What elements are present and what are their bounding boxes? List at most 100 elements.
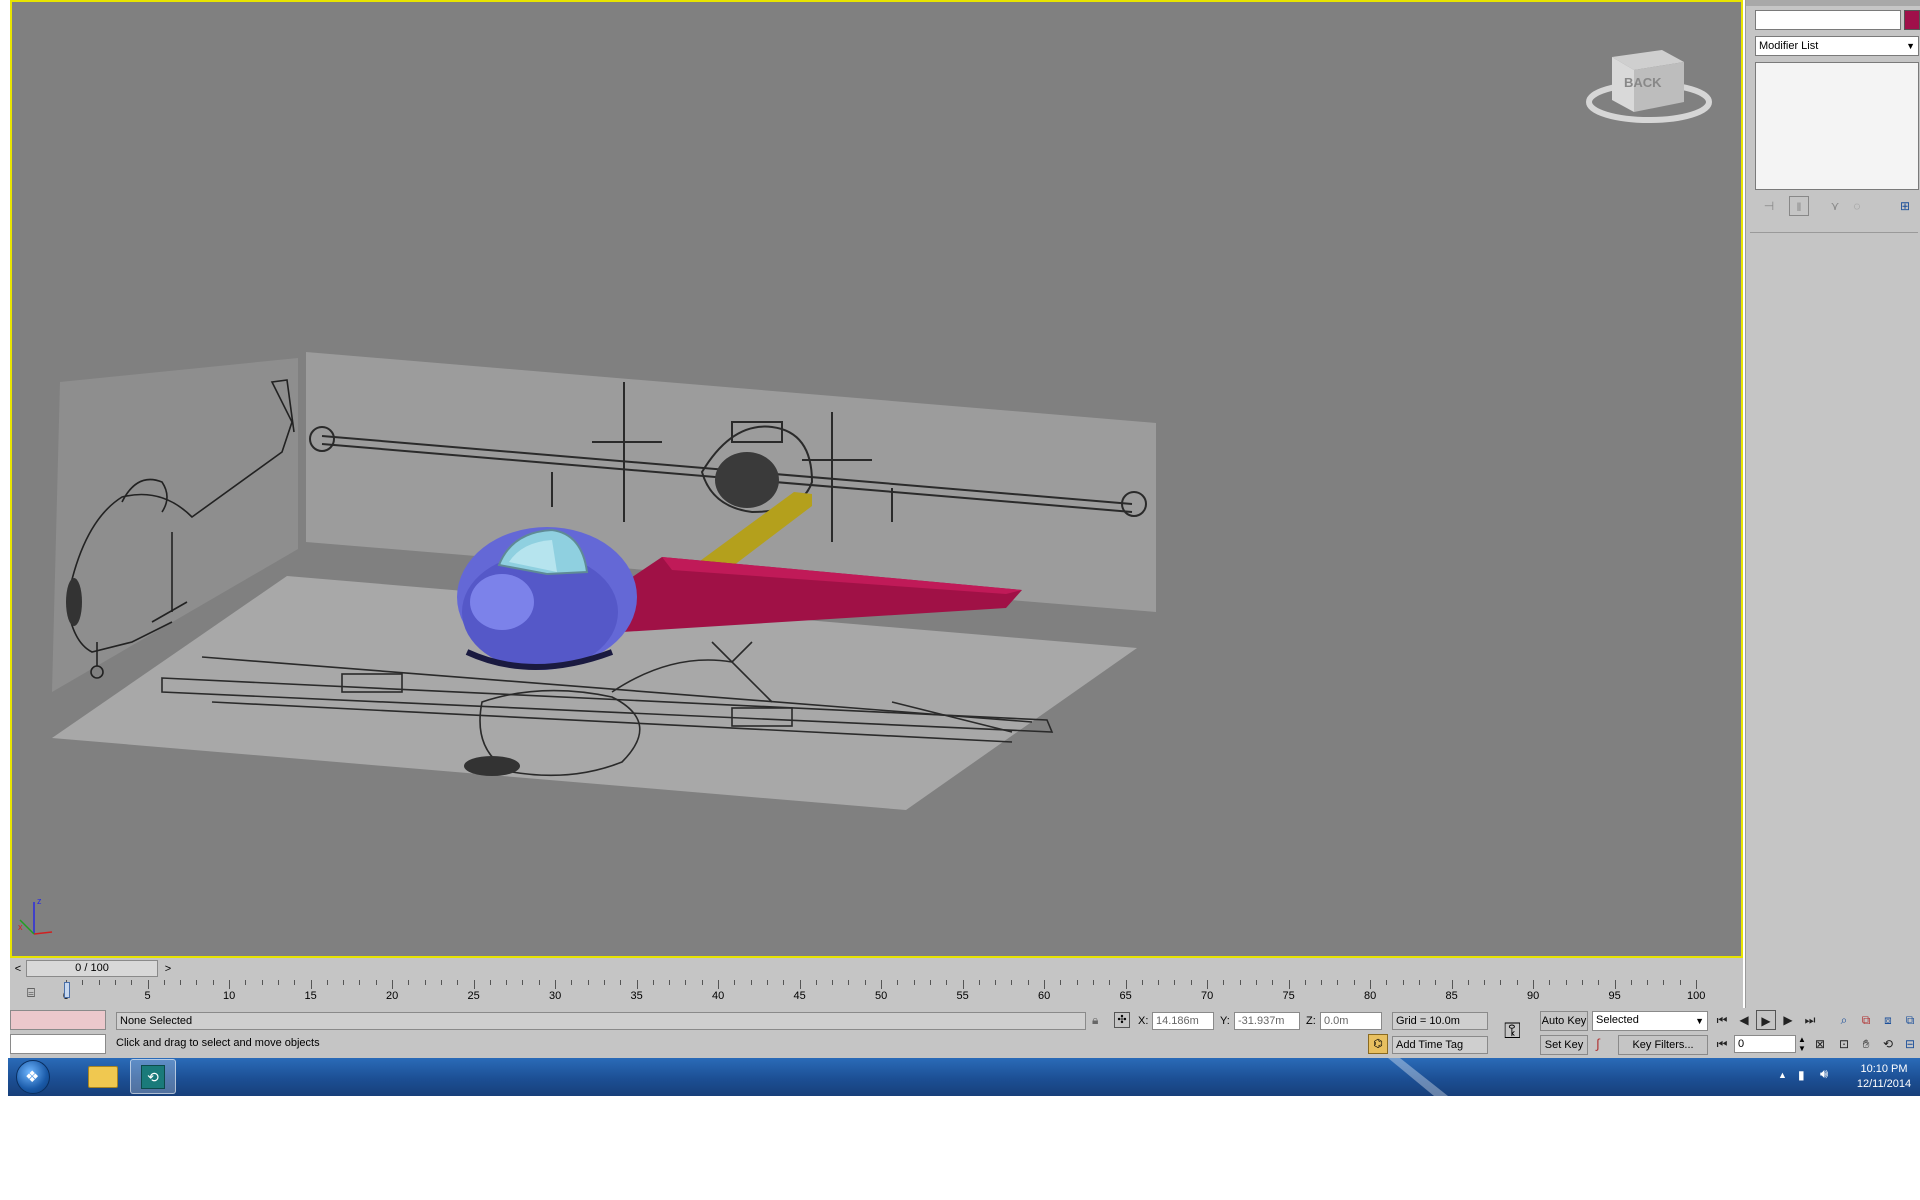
windows-taskbar: ❖ ⟲ ▲ ▮ 🔊︎ 10:10 PM 12/11/2014 <box>8 1058 1920 1096</box>
remove-modifier-icon[interactable]: ◌ <box>1847 196 1867 216</box>
track-bar-tick <box>750 980 752 985</box>
time-slider-prev[interactable]: < <box>10 960 26 978</box>
track-bar-tick <box>995 980 997 985</box>
add-time-tag[interactable]: Add Time Tag <box>1392 1036 1488 1054</box>
taskbar-3dsmax[interactable]: ⟲ <box>130 1059 176 1094</box>
go-to-start-icon[interactable]: ⏮ <box>1712 1010 1732 1030</box>
auto-key-button[interactable]: Auto Key <box>1540 1011 1588 1031</box>
play-icon[interactable]: ▶ <box>1756 1010 1776 1030</box>
track-bar-tick-label: 50 <box>875 990 888 1002</box>
time-slider-next[interactable]: > <box>160 960 176 978</box>
track-bar-tick <box>881 980 882 989</box>
track-bar-tick <box>1321 980 1323 985</box>
track-bar-tick <box>1696 980 1697 989</box>
lock-icon[interactable]: 🔒︎ <box>1092 1013 1098 1028</box>
zoom-extents-icon[interactable]: ⧈ <box>1878 1010 1898 1030</box>
frame-spinner-icon[interactable]: ▲ ▼ <box>1798 1035 1806 1053</box>
track-bar-tick <box>1581 980 1583 985</box>
track-bar-tick <box>620 980 622 985</box>
selection-status: None Selected <box>116 1012 1086 1030</box>
track-bar-tick <box>82 980 84 985</box>
maximize-viewport-icon[interactable]: ⊟ <box>1900 1034 1920 1054</box>
zoom-all-icon[interactable]: ⧉ <box>1856 1010 1876 1030</box>
viewcube-face-label: BACK <box>1624 75 1662 90</box>
next-frame-icon[interactable]: ▶ <box>1778 1010 1798 1030</box>
zoom-icon[interactable]: ⌕ <box>1834 1010 1854 1030</box>
track-bar-tick <box>587 980 589 985</box>
track-bar-tick <box>245 980 247 985</box>
track-bar-tick <box>1467 980 1469 985</box>
blueprint-floor-shadow <box>464 756 520 776</box>
set-key-button[interactable]: Set Key <box>1540 1035 1588 1055</box>
taskbar-glare <box>1388 1058 1448 1096</box>
make-unique-icon[interactable]: ⋎ <box>1825 196 1845 216</box>
y-label: Y: <box>1220 1015 1230 1027</box>
z-coordinate-field[interactable]: 0.0m <box>1320 1012 1382 1030</box>
modifier-list-dropdown[interactable]: Modifier List ▼ <box>1755 36 1919 56</box>
field-of-view-icon[interactable]: ⊡ <box>1834 1034 1854 1054</box>
network-icon[interactable]: ▮ <box>1798 1068 1805 1082</box>
key-selection-dropdown[interactable]: Selected ▼ <box>1592 1011 1708 1031</box>
x-coordinate-field[interactable]: 14.186m <box>1152 1012 1214 1030</box>
key-filters-button[interactable]: Key Filters... <box>1618 1035 1708 1055</box>
modifier-stack[interactable] <box>1755 62 1919 190</box>
track-bar-tick <box>343 980 345 985</box>
time-slider-thumb[interactable]: 0 / 100 <box>26 960 158 977</box>
object-color-swatch[interactable] <box>1904 10 1920 30</box>
svg-text:x: x <box>18 922 23 932</box>
system-clock[interactable]: 10:10 PM 12/11/2014 <box>1850 1062 1918 1092</box>
configure-sets-icon[interactable]: ⊞ <box>1895 196 1915 216</box>
track-bar-tick <box>1679 980 1681 985</box>
y-coordinate-field[interactable]: -31.937m <box>1234 1012 1300 1030</box>
track-bar-tick <box>1076 980 1078 985</box>
command-panel: Modifier List ▼ ⊣ ‖ ⋎ ◌ ⊞ <box>1745 0 1920 1058</box>
start-button[interactable]: ❖ <box>16 1060 50 1094</box>
track-bar-ruler[interactable]: 0510152025303540455055606570758085909510… <box>63 980 1705 1008</box>
zoom-extents-all-icon[interactable]: ⧉ <box>1900 1010 1920 1030</box>
volume-icon[interactable]: 🔊︎ <box>1820 1066 1828 1082</box>
set-keys-icon[interactable]: ⚿ <box>1504 1018 1521 1044</box>
maxscript-listener-white[interactable] <box>10 1034 106 1054</box>
absolute-mode-icon[interactable]: ✣ <box>1114 1012 1130 1028</box>
current-frame-field[interactable]: 0 <box>1734 1035 1796 1053</box>
track-bar-tick <box>1255 980 1257 985</box>
key-mode-icon[interactable]: ⏮ <box>1712 1034 1732 1054</box>
time-tag-icon[interactable]: ⌬ <box>1368 1034 1388 1054</box>
maxscript-listener-pink[interactable] <box>10 1010 106 1030</box>
current-frame-marker[interactable] <box>64 982 70 998</box>
taskbar-explorer[interactable] <box>80 1060 124 1094</box>
show-hidden-icons-icon[interactable]: ▲ <box>1778 1070 1787 1080</box>
track-bar-tick <box>1533 980 1534 989</box>
previous-frame-icon[interactable]: ◀ <box>1734 1010 1754 1030</box>
track-bar-tick-label: 70 <box>1201 990 1214 1002</box>
key-tangent-icon[interactable]: ∫ <box>1596 1036 1600 1051</box>
orbit-icon[interactable]: ⟲ <box>1878 1034 1898 1054</box>
object-name-field[interactable] <box>1755 10 1901 30</box>
track-bar[interactable]: ⌸ 05101520253035404550556065707580859095… <box>10 980 1743 1008</box>
track-bar-tick-label: 100 <box>1687 990 1706 1002</box>
go-to-end-icon[interactable]: ⏭ <box>1800 1010 1820 1030</box>
perspective-viewport[interactable]: BACK z x <box>10 0 1743 958</box>
track-bar-tick <box>522 980 524 985</box>
track-bar-tick <box>734 980 736 985</box>
track-bar-tick <box>359 980 361 985</box>
track-bar-tick <box>946 980 948 985</box>
viewcube[interactable]: BACK <box>1586 50 1712 123</box>
track-bar-tick <box>114 980 116 985</box>
track-bar-tick-label: 85 <box>1445 990 1458 1002</box>
time-slider[interactable]: < 0 / 100 > <box>10 958 1743 980</box>
curve-editor-icon[interactable]: ⌸ <box>20 984 42 1002</box>
time-configuration-icon[interactable]: ⊠ <box>1810 1034 1830 1054</box>
track-bar-tick <box>1141 980 1143 985</box>
track-bar-tick <box>1435 980 1437 985</box>
track-bar-tick <box>1174 980 1176 985</box>
show-end-result-icon[interactable]: ‖ <box>1789 196 1809 216</box>
track-bar-tick <box>1663 980 1665 985</box>
pan-icon[interactable]: ✋︎ <box>1856 1034 1876 1054</box>
command-panel-tabs[interactable] <box>1746 0 1920 6</box>
track-bar-tick-label: 5 <box>144 990 151 1002</box>
track-bar-tick <box>1647 980 1649 985</box>
track-bar-tick-label: 45 <box>793 990 806 1002</box>
track-bar-tick <box>603 980 605 985</box>
pin-stack-icon[interactable]: ⊣ <box>1759 196 1779 216</box>
